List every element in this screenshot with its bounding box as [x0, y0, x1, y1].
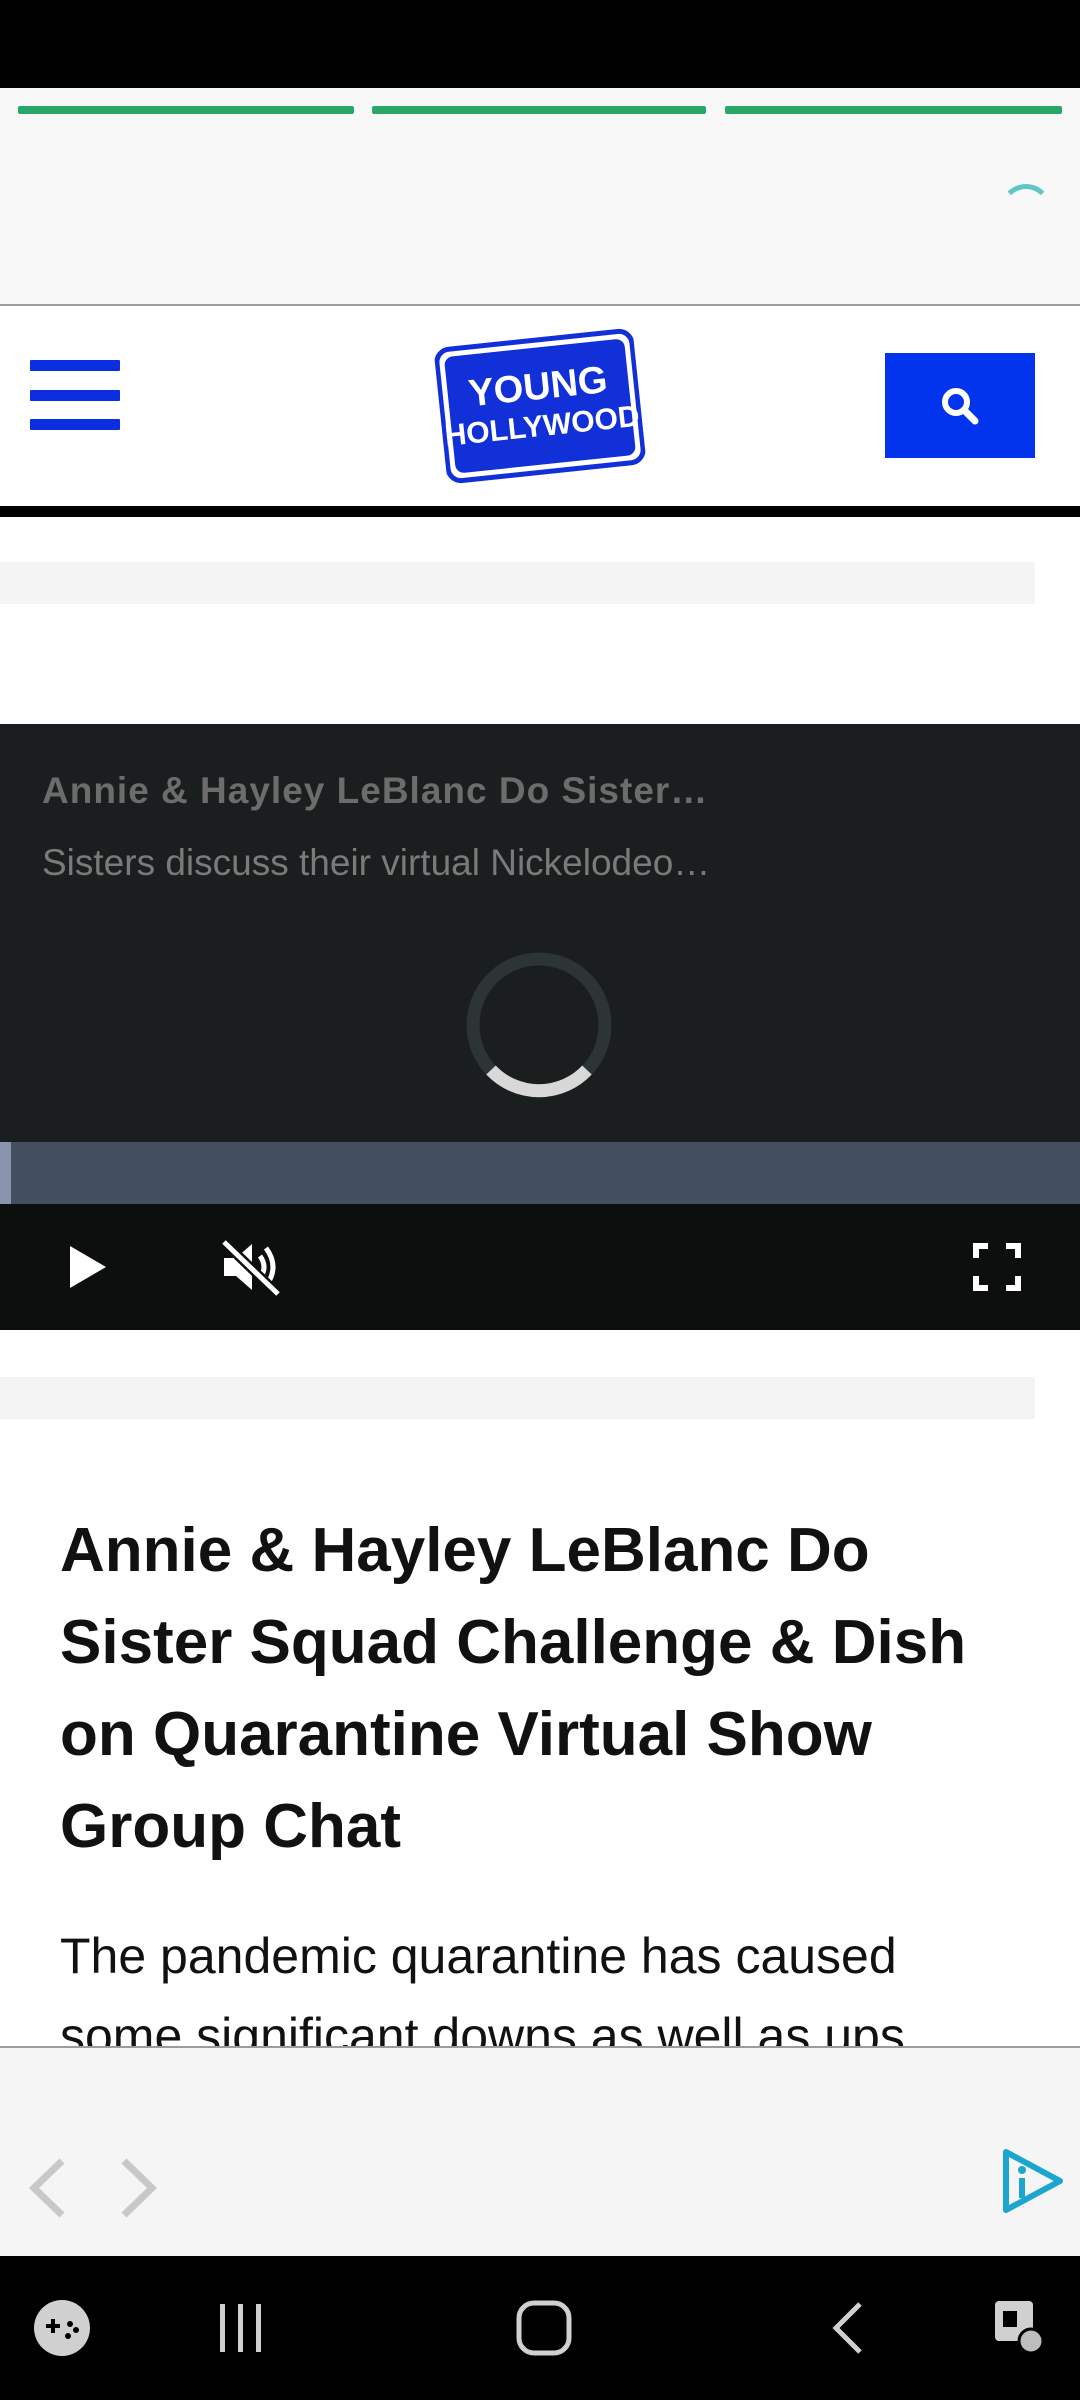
status-bar [0, 0, 1080, 88]
video-progress-fill [0, 1142, 11, 1204]
back-arrow-button[interactable] [18, 2148, 78, 2228]
ad-choices-icon [1003, 2149, 1063, 2213]
video-loading-spinner-icon [466, 952, 612, 1098]
accessibility-button[interactable] [986, 2290, 1056, 2366]
recent-apps-button[interactable] [206, 2290, 276, 2366]
story-progress-segment-3 [725, 106, 1062, 114]
accessibility-icon [995, 2301, 1045, 2355]
search-icon [942, 387, 979, 424]
loading-spinner-icon [1000, 184, 1052, 236]
hamburger-menu-icon[interactable] [30, 360, 120, 430]
forward-arrow-button[interactable] [108, 2148, 168, 2228]
mute-button[interactable] [216, 1232, 286, 1302]
young-hollywood-logo[interactable]: YOUNG HOLLYWOOD [433, 326, 647, 486]
back-icon [832, 2302, 862, 2354]
ad-placeholder-top [0, 562, 1035, 604]
home-button[interactable] [506, 2290, 582, 2366]
ad-choices-button[interactable] [998, 2146, 1068, 2216]
system-navigation-bar [0, 2256, 1080, 2400]
ad-placeholder-bottom [0, 1377, 1035, 1419]
story-strip [0, 88, 1080, 306]
video-controls [0, 1204, 1080, 1330]
fullscreen-icon [973, 1243, 1021, 1291]
home-icon [516, 2300, 572, 2356]
story-progress-segment-1 [18, 106, 354, 114]
system-back-button[interactable] [820, 2290, 876, 2366]
game-launcher-button[interactable] [24, 2290, 100, 2366]
search-button[interactable] [885, 353, 1035, 458]
article-title: Annie & Hayley LeBlanc Do Sister Squad C… [60, 1516, 967, 1861]
play-button[interactable] [52, 1232, 122, 1302]
game-launcher-icon [34, 2300, 90, 2356]
story-progress-segment-2 [372, 106, 706, 114]
video-description: Sisters discuss their virtual Nickelodeo… [42, 842, 711, 883]
header-divider [0, 506, 1080, 517]
muted-speaker-icon [220, 1238, 282, 1298]
video-progress-bar[interactable] [0, 1142, 1080, 1204]
fullscreen-button[interactable] [962, 1232, 1032, 1302]
bottom-navigation-bar [0, 2046, 1080, 2256]
chevron-left-icon [28, 2158, 65, 2218]
video-title: Annie & Hayley LeBlanc Do Sister… [42, 770, 709, 811]
video-player[interactable]: Annie & Hayley LeBlanc Do Sister… Sister… [0, 724, 1080, 1330]
chevron-right-icon [121, 2158, 158, 2218]
play-icon [70, 1246, 106, 1288]
recent-apps-icon [220, 2304, 261, 2352]
